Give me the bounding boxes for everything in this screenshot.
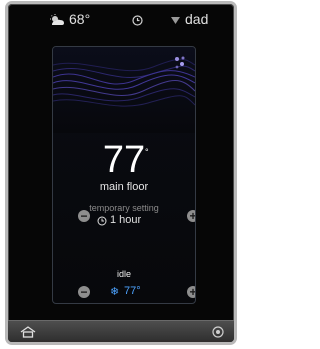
hold-duration-value: 1 hour bbox=[110, 214, 142, 226]
hold-decrease-button[interactable]: − bbox=[78, 210, 90, 222]
clock-icon bbox=[97, 216, 107, 226]
outdoor-temperature: 68° bbox=[69, 11, 91, 27]
current-temperature: 77 bbox=[102, 139, 146, 181]
temporary-setting-label: temporary setting bbox=[89, 203, 159, 213]
bottom-bar bbox=[8, 320, 234, 342]
cool-setpoint: ❄ 77° bbox=[110, 285, 150, 299]
wifi-icon bbox=[171, 17, 180, 24]
status-bar: 68° dad bbox=[8, 4, 234, 34]
cool-setpoint-value: 77° bbox=[124, 285, 141, 297]
room-name: main floor bbox=[99, 181, 149, 193]
settings-icon[interactable] bbox=[212, 326, 224, 338]
system-status: idle bbox=[116, 269, 131, 279]
snowflake-icon: ❄ bbox=[110, 286, 120, 298]
clock-icon[interactable] bbox=[132, 15, 143, 26]
hold-increase-button[interactable]: + bbox=[187, 210, 195, 222]
degree-symbol: ° bbox=[145, 147, 149, 157]
dots-icon[interactable] bbox=[173, 55, 187, 71]
thermostat-panel: 77 ° main floor temporary setting − 1 ho… bbox=[52, 46, 196, 304]
home-icon[interactable] bbox=[20, 326, 36, 338]
temp-increase-button[interactable]: + bbox=[187, 286, 195, 298]
partly-cloudy-icon bbox=[50, 14, 64, 25]
temp-decrease-button[interactable]: − bbox=[78, 286, 90, 298]
hold-duration: 1 hour bbox=[97, 214, 157, 228]
thermostat-device: 68° dad 77 ° main floor temporary settin… bbox=[8, 4, 234, 342]
user-name[interactable]: dad bbox=[185, 11, 208, 27]
